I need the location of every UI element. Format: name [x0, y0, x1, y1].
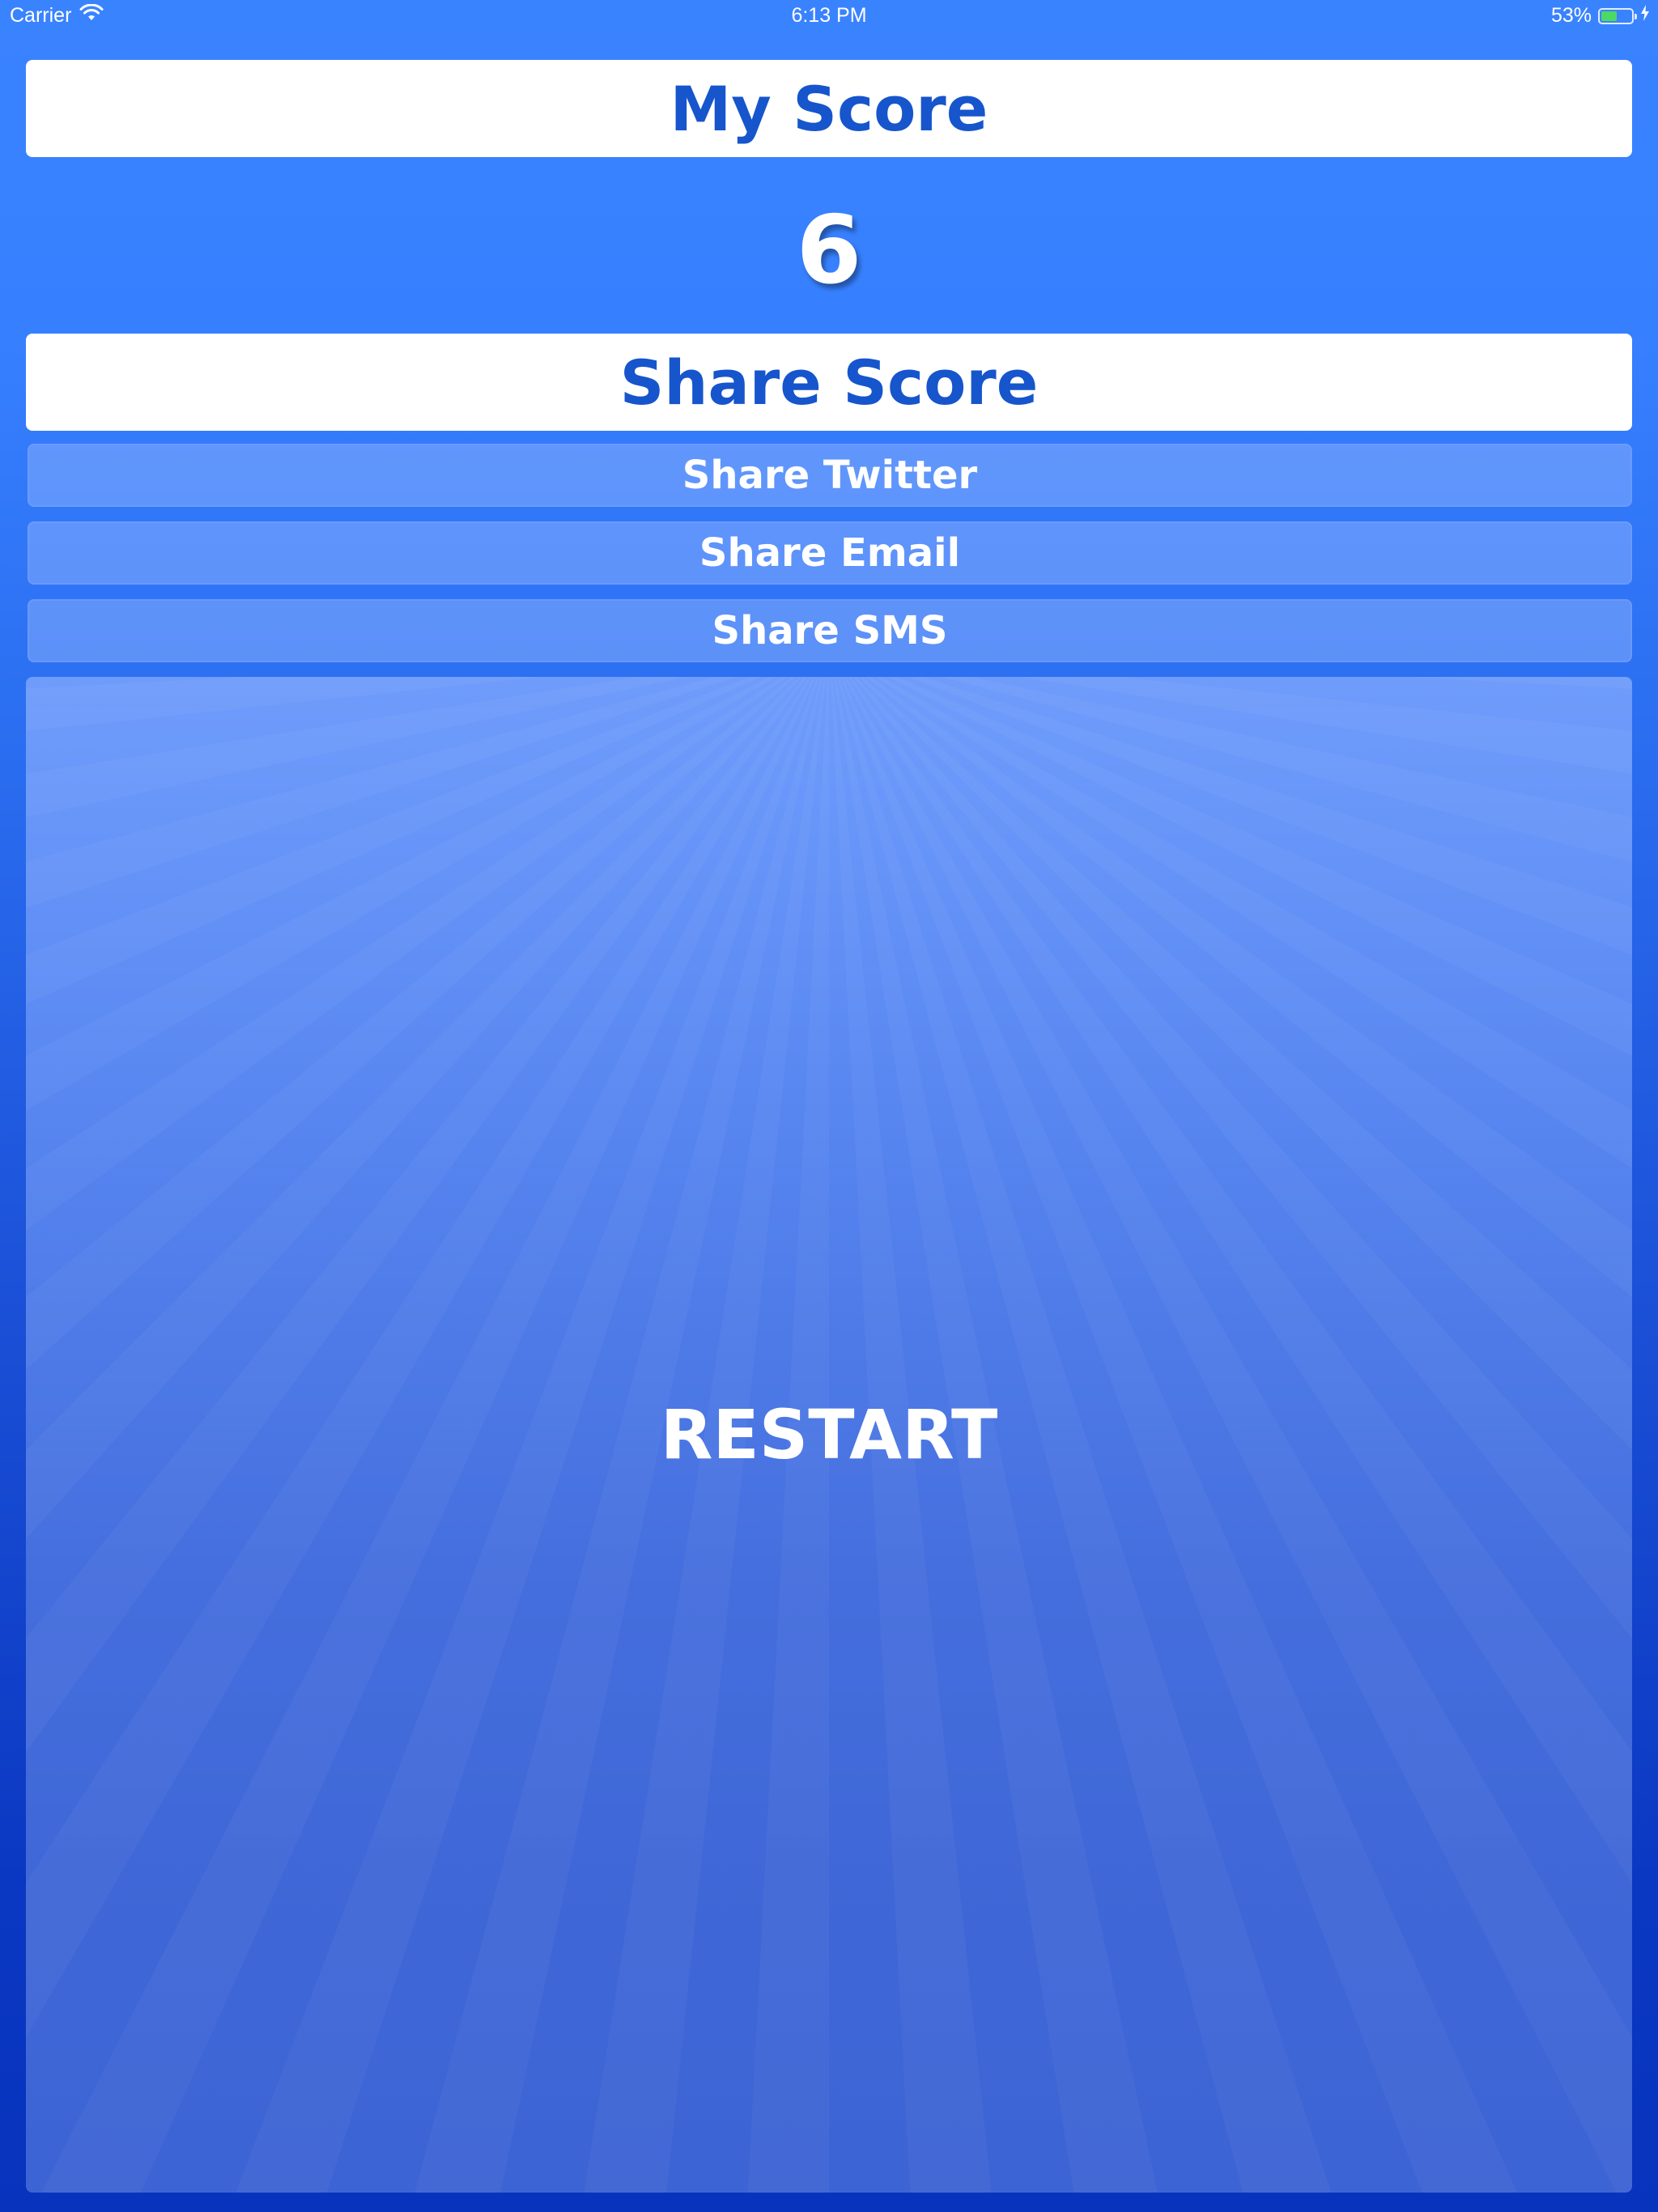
share-twitter-button[interactable]: Share Twitter — [28, 444, 1632, 507]
page-title: My Score — [26, 60, 1632, 157]
battery-percent: 53% — [1550, 4, 1592, 27]
share-score-heading: Share Score — [26, 334, 1632, 431]
share-sms-button[interactable]: Share SMS — [28, 599, 1632, 662]
restart-label: RESTART — [660, 1395, 998, 1474]
charging-bolt-icon — [1640, 4, 1650, 28]
status-right: 53% — [1551, 4, 1650, 28]
battery-tip — [1635, 13, 1637, 19]
status-time: 6:13 PM — [791, 4, 867, 27]
restart-button[interactable]: RESTART — [26, 677, 1632, 2193]
score-value: 6 — [796, 196, 862, 305]
battery-fill — [1601, 11, 1617, 21]
battery-icon — [1598, 7, 1637, 24]
status-bar: Carrier 6:13 PM 53% — [0, 0, 1658, 32]
share-email-button[interactable]: Share Email — [28, 521, 1632, 585]
